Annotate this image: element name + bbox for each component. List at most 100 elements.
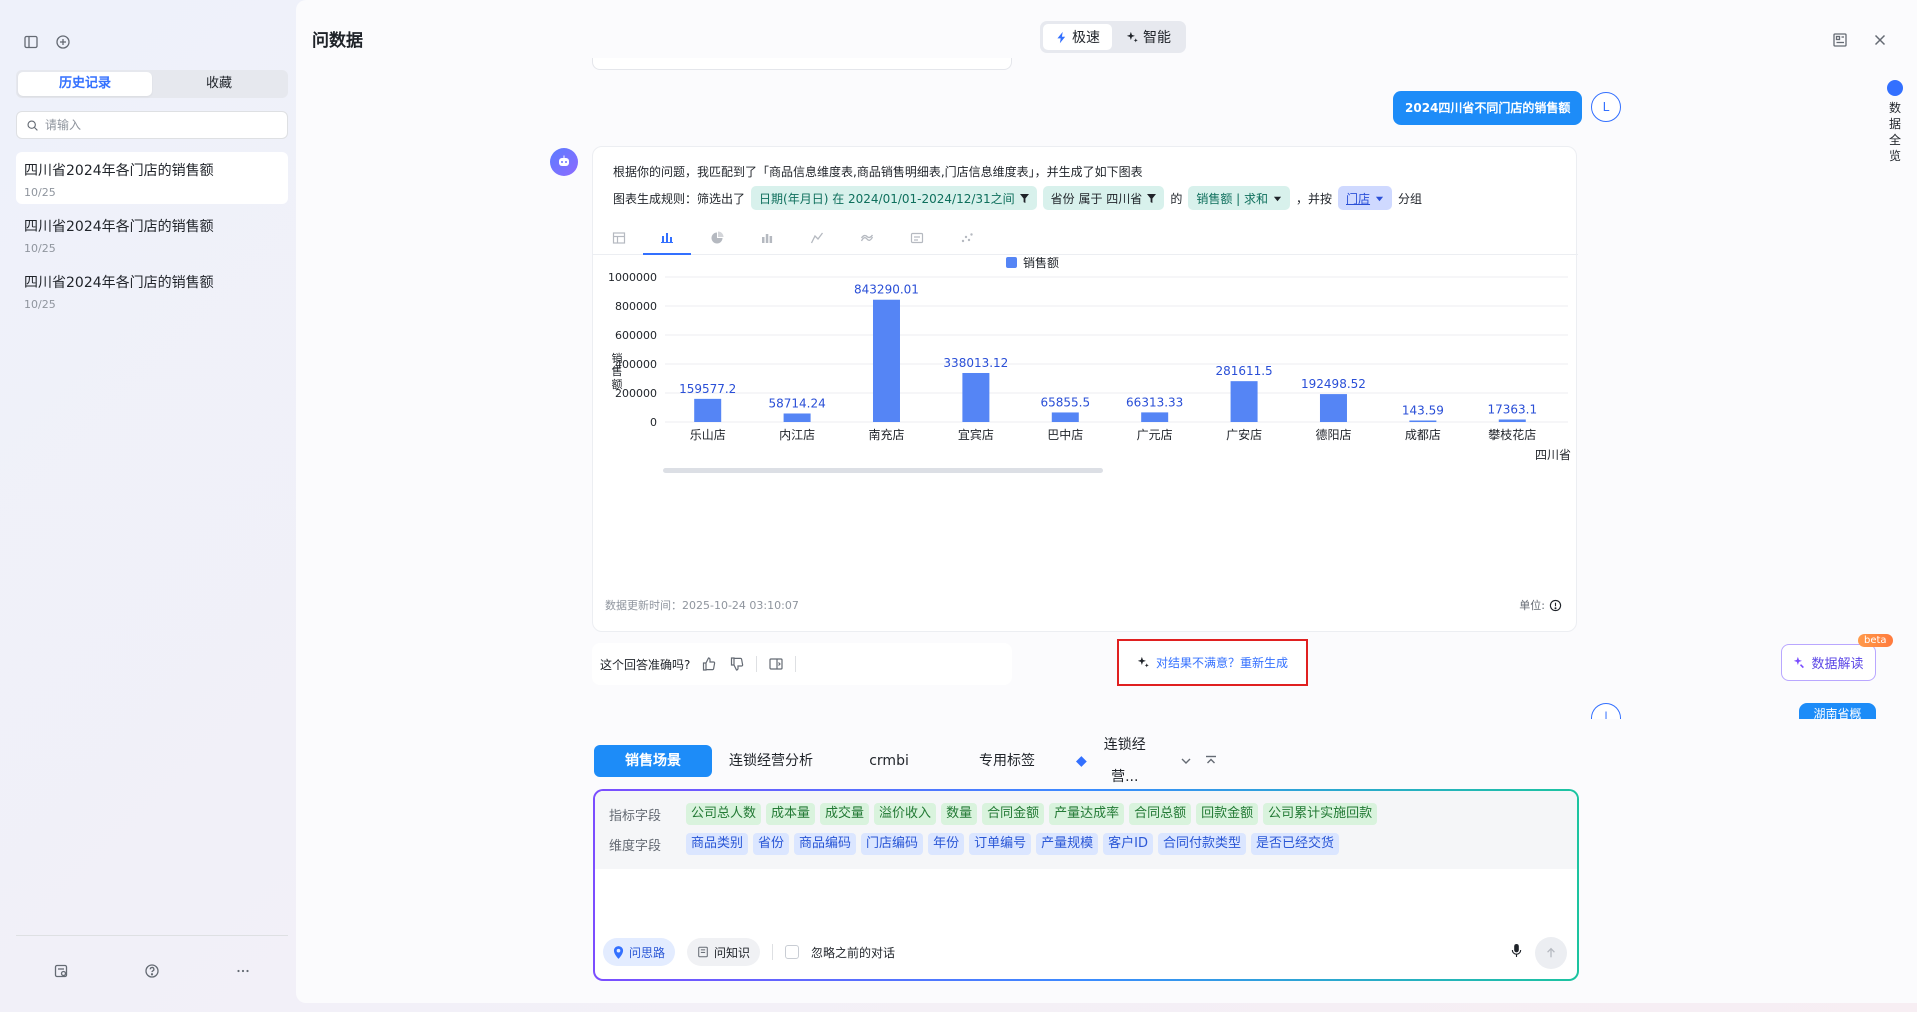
metric-tag[interactable]: 合同总额 [1129,803,1192,825]
window-actions [1831,31,1889,49]
tab-favorites[interactable]: 收藏 [152,72,286,96]
answer-intro: 根据你的问题，我匹配到了「商品信息维度表,商品销售明细表,门店信息维度表」，并生… [613,165,1143,179]
metric-tag[interactable]: 成交量 [820,803,870,825]
ignore-history-checkbox[interactable] [785,945,800,959]
line-chart-icon [810,232,824,244]
new-chat-icon[interactable] [54,33,72,51]
info-icon[interactable] [1549,599,1562,612]
group-by-chip[interactable]: 门店 [1338,186,1393,210]
dimension-tag[interactable]: 是否已经交货 [1250,833,1339,855]
filter-province-chip[interactable]: 省份 属于 四川省 [1042,186,1165,210]
chevron-down-icon[interactable] [1177,752,1195,770]
measure-label: 销售额 | 求和 [1196,191,1269,206]
regenerate-button[interactable]: 对结果不满意？重新生成 [1117,639,1308,686]
layout-icon[interactable] [1831,31,1849,49]
collapse-up-icon[interactable] [1202,752,1220,770]
chart-type-line[interactable] [793,221,841,255]
metric-tag[interactable]: 溢价收入 [874,803,937,825]
bar [1319,394,1347,422]
scene-tab-tags[interactable]: 专用标签 [948,745,1066,777]
dimension-tag[interactable]: 年份 [928,833,965,855]
chart-type-scatter[interactable] [943,221,991,255]
question-input[interactable] [607,877,1563,929]
dimension-tag[interactable]: 合同付款类型 [1157,833,1246,855]
dimension-tag[interactable]: 客户ID [1103,833,1153,855]
unit-indicator: 单位: [1519,597,1562,613]
scene-tab-sales[interactable]: 销售场景 [594,745,713,777]
sidebar-toggle-icon[interactable] [22,33,40,51]
history-item[interactable]: 四川省2024年各门店的销售额 10/25 [16,264,288,316]
filter-date-chip[interactable]: 日期(年月日) 在 2024/01/01-2024/12/31之间 [751,186,1037,210]
metric-tag[interactable]: 合同金额 [982,803,1045,825]
chart-type-bar[interactable] [643,221,691,255]
history-item-date: 10/25 [24,242,56,255]
bar-value-label: 281611.5 [1215,364,1272,378]
history-search-input[interactable] [45,118,265,132]
dimension-label: 维度字段 [609,838,662,854]
robot-icon [559,155,569,166]
area-chart-icon [860,234,874,242]
bar [1051,412,1079,422]
data-overview-rail[interactable]: 数据全览 [1880,80,1910,164]
bar-value-label: 192498.52 [1301,377,1366,391]
data-overview-label: 数据全览 [1889,101,1902,163]
more-icon[interactable] [234,962,252,980]
history-item[interactable]: 四川省2024年各门店的销售额 10/25 [16,152,288,204]
mode-smart[interactable]: 智能 [1114,24,1183,50]
dimension-tag[interactable]: 商品类别 [686,833,749,855]
metric-tag[interactable]: 成本量 [766,803,816,825]
dimension-tag[interactable]: 省份 [753,833,790,855]
filter-icon [1147,193,1157,203]
dimension-tag[interactable]: 商品编码 [794,833,857,855]
send-button[interactable] [1535,937,1567,969]
y-axis-label: 售 [612,364,623,378]
sidebar-toolbar [22,33,72,51]
y-tick-label: 600000 [615,329,657,342]
help-icon[interactable] [143,962,161,980]
history-search [16,111,288,139]
metric-tag[interactable]: 公司累计实施回款 [1263,803,1378,825]
data-interpret-label: 数据解读 [1811,657,1864,672]
measure-chip[interactable]: 销售额 | 求和 [1188,186,1291,210]
export-icon[interactable] [767,655,785,673]
thumbs-up-icon[interactable] [700,655,718,673]
data-interpret-button[interactable]: 数据解读 [1781,644,1876,681]
chart-type-pie[interactable] [693,221,741,255]
tab-history[interactable]: 历史记录 [18,72,152,96]
scene-tab-chain-more[interactable]: 连锁经营... [1066,737,1169,785]
bar-value-label: 58714.24 [768,396,825,410]
indicator-card-icon [910,232,924,244]
microphone-icon[interactable] [1510,943,1523,961]
previous-card-edge [592,58,1012,70]
y-axis-label: 销 [612,351,623,365]
metric-tag[interactable]: 数量 [941,803,978,825]
thumbs-down-icon[interactable] [728,655,746,673]
dimension-tag[interactable]: 门店编码 [861,833,924,855]
dimension-tag[interactable]: 订单编号 [969,833,1032,855]
bar [872,299,900,422]
chart-type-stacked[interactable] [743,221,791,255]
group-by-label: 门店 [1346,191,1371,206]
ask-idea-button[interactable]: 问思路 [603,938,676,966]
legend-label: 销售额 [1023,257,1059,270]
ask-knowledge-button[interactable]: 问知识 [687,938,761,966]
history-item[interactable]: 四川省2024年各门店的销售额 10/25 [16,208,288,260]
data-source-icon[interactable] [52,962,70,980]
scene-tab-chain[interactable]: 连锁经营分析 [712,745,830,777]
chart-type-table[interactable] [595,221,643,255]
metric-tag[interactable]: 公司总人数 [686,803,762,825]
close-icon[interactable] [1871,31,1889,49]
dimension-tag[interactable]: 产量规模 [1036,833,1099,855]
scene-tab-crmbi[interactable]: crmbi [830,745,948,777]
ignore-history-label: 忽略之前的对话 [811,945,896,960]
chart-type-card[interactable] [893,221,941,255]
y-axis-label: 额 [612,378,623,391]
next-user-bubble: 湖南省概 [1799,703,1876,719]
bar [783,413,811,422]
metric-tag[interactable]: 回款金额 [1196,803,1259,825]
chart-type-area[interactable] [843,221,891,255]
mode-fast[interactable]: 极速 [1043,24,1112,50]
dimension-row: 维度字段 商品类别 省份 商品编码 门店编码 年份 订单编号 产量规模 客户ID… [609,829,1563,859]
rule-group-prefix: ，并按 [1296,191,1333,206]
metric-tag[interactable]: 产量达成率 [1049,803,1125,825]
